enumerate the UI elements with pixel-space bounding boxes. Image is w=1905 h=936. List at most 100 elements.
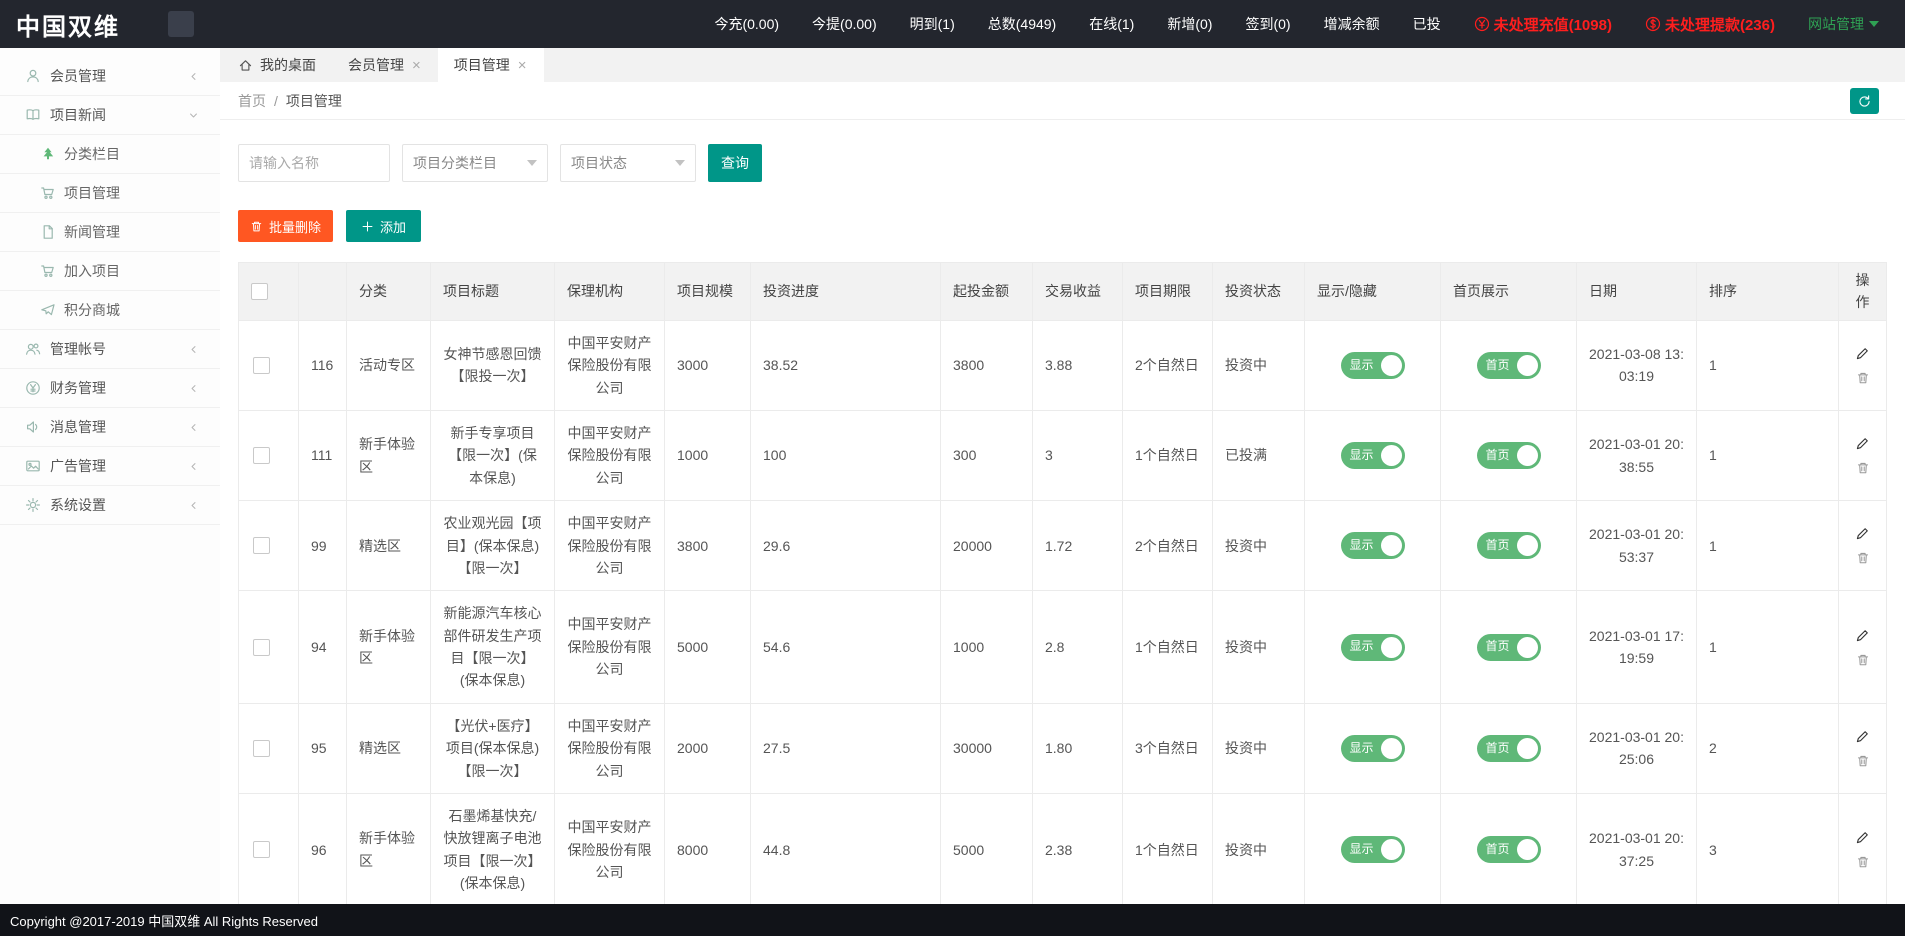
tab-我的桌面[interactable]: 我的桌面 (222, 48, 332, 82)
sidebar-item-广告管理[interactable]: 广告管理 (0, 447, 220, 486)
table-row: 111新手体验区新手专享项目【限一次】(保本保息)中国平安财产保险股份有限公司1… (239, 410, 1887, 500)
toggle-knob (1517, 839, 1538, 860)
pending-recharge-alert[interactable]: 未处理充值(1098) (1474, 14, 1612, 35)
sidebar-collapse-button[interactable] (168, 11, 194, 37)
edit-button[interactable] (1855, 628, 1870, 643)
row-ops (1851, 628, 1874, 667)
row-checkbox[interactable] (253, 537, 270, 554)
delete-button[interactable] (1856, 551, 1870, 565)
sidebar-item-label: 新闻管理 (64, 222, 120, 242)
tab-label: 我的桌面 (260, 55, 316, 75)
refresh-button[interactable] (1850, 88, 1879, 114)
show-toggle[interactable]: 显示 (1341, 532, 1405, 559)
edit-button[interactable] (1855, 526, 1870, 541)
show-toggle[interactable]: 显示 (1341, 735, 1405, 762)
edit-button[interactable] (1855, 830, 1870, 845)
close-icon[interactable]: × (517, 58, 528, 73)
toggle-knob (1517, 445, 1538, 466)
chevron-left-icon (187, 460, 200, 473)
row-scale-cell: 3800 (665, 501, 751, 591)
toggle-label: 首页 (1486, 739, 1510, 758)
row-ops (1851, 346, 1874, 385)
add-button[interactable]: 添加 (346, 210, 421, 242)
row-checkbox[interactable] (253, 740, 270, 757)
pending-withdraw-alert[interactable]: 未处理提款(236) (1645, 14, 1775, 35)
home-toggle[interactable]: 首页 (1477, 352, 1541, 379)
breadcrumb-home-link[interactable]: 首页 (238, 91, 266, 111)
sidebar-item-项目新闻[interactable]: 项目新闻 (0, 96, 220, 135)
row-date-cell: 2021-03-01 20:53:37 (1577, 501, 1697, 591)
show-toggle[interactable]: 显示 (1341, 442, 1405, 469)
row-checkbox[interactable] (253, 841, 270, 858)
row-checkbox[interactable] (253, 639, 270, 656)
show-toggle[interactable]: 显示 (1341, 836, 1405, 863)
toggle-knob (1517, 637, 1538, 658)
sidebar-item-会员管理[interactable]: 会员管理 (0, 57, 220, 96)
show-toggle[interactable]: 显示 (1341, 352, 1405, 379)
row-id-cell: 94 (299, 591, 347, 704)
row-select-cell (239, 591, 299, 704)
delete-button[interactable] (1856, 653, 1870, 667)
cart-icon (40, 263, 56, 279)
trash-icon (1856, 371, 1870, 385)
header-排序: 排序 (1697, 263, 1839, 321)
header-select-all-cell (239, 263, 299, 321)
sidebar-item-积分商城[interactable]: 积分商城 (0, 291, 220, 330)
sidebar-item-管理帐号[interactable]: 管理帐号 (0, 330, 220, 369)
search-button[interactable]: 查询 (708, 144, 762, 182)
breadcrumb: 首页 / 项目管理 (220, 82, 1905, 120)
row-select-cell (239, 703, 299, 793)
row-checkbox[interactable] (253, 357, 270, 374)
header-起投金额: 起投金额 (941, 263, 1033, 321)
home-toggle[interactable]: 首页 (1477, 836, 1541, 863)
sidebar-item-项目管理[interactable]: 项目管理 (0, 174, 220, 213)
sidebar-item-新闻管理[interactable]: 新闻管理 (0, 213, 220, 252)
row-sort-cell: 1 (1697, 591, 1839, 704)
row-sort-cell: 2 (1697, 703, 1839, 793)
sidebar-item-分类栏目[interactable]: 分类栏目 (0, 135, 220, 174)
breadcrumb-separator: / (274, 93, 278, 109)
home-toggle[interactable]: 首页 (1477, 634, 1541, 661)
edit-button[interactable] (1855, 436, 1870, 451)
close-icon[interactable]: × (411, 58, 422, 73)
delete-button[interactable] (1856, 461, 1870, 475)
row-category-cell: 新手体验区 (347, 410, 431, 500)
sidebar-item-消息管理[interactable]: 消息管理 (0, 408, 220, 447)
speaker-icon (25, 419, 41, 435)
row-ops (1851, 526, 1874, 565)
show-toggle[interactable]: 显示 (1341, 634, 1405, 661)
row-progress-cell: 29.6 (751, 501, 941, 591)
delete-button[interactable] (1856, 371, 1870, 385)
home-toggle[interactable]: 首页 (1477, 532, 1541, 559)
site-manage-menu[interactable]: 网站管理 (1808, 14, 1879, 34)
status-select[interactable]: 项目状态 (560, 144, 696, 182)
delete-button[interactable] (1856, 754, 1870, 768)
category-select[interactable]: 项目分类栏目 (402, 144, 548, 182)
sidebar-item-label: 管理帐号 (50, 339, 106, 359)
toggle-label: 首页 (1486, 637, 1510, 656)
row-checkbox[interactable] (253, 447, 270, 464)
delete-button[interactable] (1856, 855, 1870, 869)
select-all-checkbox[interactable] (251, 283, 268, 300)
tab-label: 项目管理 (454, 55, 510, 75)
row-profit-cell: 1.80 (1033, 703, 1123, 793)
edit-button[interactable] (1855, 729, 1870, 744)
home-toggle[interactable]: 首页 (1477, 442, 1541, 469)
home-toggle[interactable]: 首页 (1477, 735, 1541, 762)
edit-button[interactable] (1855, 346, 1870, 361)
tab-会员管理[interactable]: 会员管理× (332, 48, 438, 82)
sidebar-item-财务管理[interactable]: 财务管理 (0, 369, 220, 408)
row-period-cell: 1个自然日 (1123, 591, 1213, 704)
sidebar-item-系统设置[interactable]: 系统设置 (0, 486, 220, 525)
batch-delete-button[interactable]: 批量删除 (238, 210, 333, 242)
plane-icon (40, 302, 56, 318)
tab-项目管理[interactable]: 项目管理 × (438, 48, 544, 82)
chevron-left-icon (187, 70, 200, 83)
row-profit-cell: 3 (1033, 410, 1123, 500)
row-min-invest-cell: 30000 (941, 703, 1033, 793)
row-agency-cell: 中国平安财产保险股份有限公司 (555, 794, 665, 904)
page-content: 项目分类栏目 项目状态 查询 批量删除 (220, 120, 1905, 904)
sidebar-item-加入项目[interactable]: 加入项目 (0, 252, 220, 291)
image-icon (25, 458, 41, 474)
name-search-input[interactable] (238, 144, 390, 182)
